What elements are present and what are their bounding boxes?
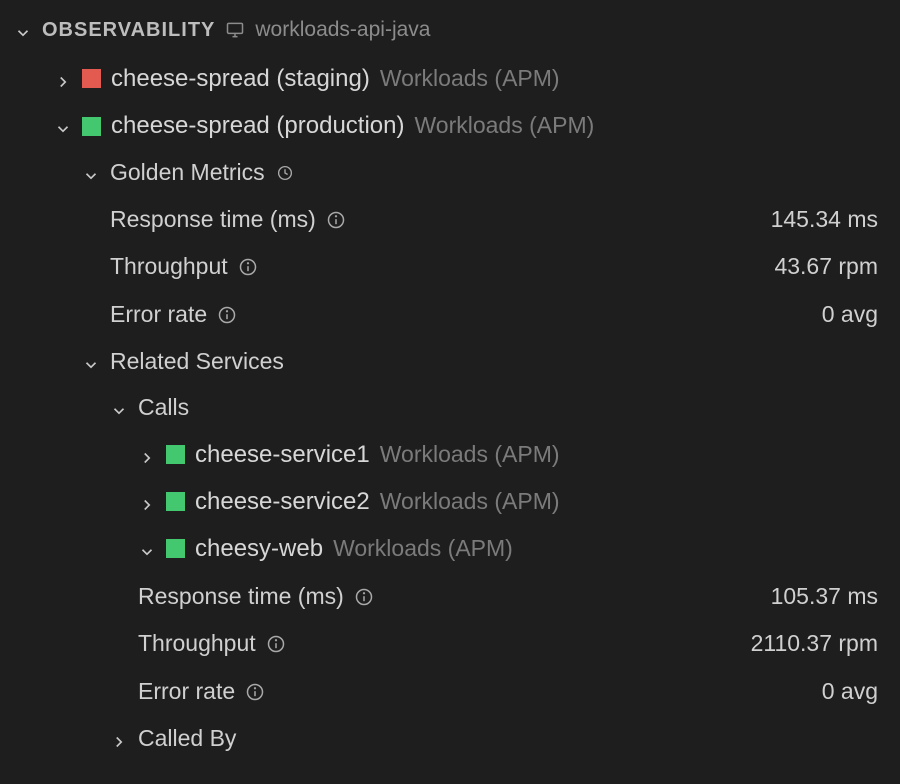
metric-value: 0 avg (822, 300, 878, 330)
info-icon[interactable] (245, 682, 265, 702)
call-item-name: cheese-service1 (195, 439, 370, 470)
call-item-suffix: Workloads (APM) (380, 440, 560, 470)
status-square-green (166, 445, 185, 464)
project-name: workloads-api-java (255, 16, 430, 43)
call-item-cheese-service1[interactable]: cheese-service1 Workloads (APM) (10, 431, 878, 478)
status-square-red (82, 69, 101, 88)
call-item-name: cheesy-web (195, 533, 323, 564)
metric-row-error-rate: Error rate 0 avg (10, 291, 878, 339)
chevron-down-icon (14, 21, 32, 39)
called-by-title: Called By (138, 724, 236, 754)
metric-value: 0 avg (822, 677, 878, 707)
clock-icon (275, 163, 295, 183)
chevron-right-icon (54, 70, 72, 88)
chevron-down-icon (54, 117, 72, 135)
metric-label: Response time (ms) (138, 582, 344, 612)
golden-metrics-header[interactable]: Golden Metrics (10, 150, 878, 196)
entity-name: cheese-spread (production) (111, 110, 405, 141)
metric-row-response-time-cheesy: Response time (ms) 105.37 ms (10, 573, 878, 621)
section-title: OBSERVABILITY (42, 17, 215, 43)
entity-suffix: Workloads (APM) (380, 64, 560, 94)
entity-row-production[interactable]: cheese-spread (production) Workloads (AP… (10, 102, 878, 149)
chevron-right-icon (138, 446, 156, 464)
chevron-right-icon (110, 730, 128, 748)
metric-label: Response time (ms) (110, 205, 316, 235)
calls-header[interactable]: Calls (10, 385, 878, 431)
info-icon[interactable] (217, 305, 237, 325)
section-header[interactable]: OBSERVABILITY workloads-api-java (10, 10, 878, 55)
call-item-cheesy-web[interactable]: cheesy-web Workloads (APM) (10, 525, 878, 572)
chevron-down-icon (110, 399, 128, 417)
chevron-down-icon (82, 164, 100, 182)
entity-row-staging[interactable]: cheese-spread (staging) Workloads (APM) (10, 55, 878, 102)
chevron-down-icon (82, 353, 100, 371)
chevron-right-icon (138, 493, 156, 511)
call-item-cheese-service2[interactable]: cheese-service2 Workloads (APM) (10, 478, 878, 525)
metric-value: 145.34 ms (771, 205, 878, 235)
metric-label: Error rate (110, 300, 207, 330)
metric-value: 105.37 ms (771, 582, 878, 612)
info-icon[interactable] (266, 634, 286, 654)
metric-value: 2110.37 rpm (751, 629, 878, 659)
entity-suffix: Workloads (APM) (415, 111, 595, 141)
call-item-suffix: Workloads (APM) (333, 534, 513, 564)
metric-row-throughput: Throughput 43.67 rpm (10, 243, 878, 291)
chevron-down-icon (138, 540, 156, 558)
status-square-green (82, 117, 101, 136)
monitor-icon (225, 20, 245, 40)
call-item-suffix: Workloads (APM) (380, 487, 560, 517)
metric-label: Throughput (138, 629, 256, 659)
metric-label: Error rate (138, 677, 235, 707)
related-services-title: Related Services (110, 347, 284, 377)
info-icon[interactable] (354, 587, 374, 607)
entity-name: cheese-spread (staging) (111, 63, 370, 94)
metric-row-throughput-cheesy: Throughput 2110.37 rpm (10, 620, 878, 668)
metric-label: Throughput (110, 252, 228, 282)
status-square-green (166, 539, 185, 558)
related-services-header[interactable]: Related Services (10, 339, 878, 385)
info-icon[interactable] (238, 257, 258, 277)
metric-row-error-rate-cheesy: Error rate 0 avg (10, 668, 878, 716)
status-square-green (166, 492, 185, 511)
info-icon[interactable] (326, 210, 346, 230)
metric-value: 43.67 rpm (774, 252, 878, 282)
call-item-name: cheese-service2 (195, 486, 370, 517)
metric-row-response-time: Response time (ms) 145.34 ms (10, 196, 878, 244)
observability-panel: OBSERVABILITY workloads-api-java cheese-… (0, 0, 900, 762)
called-by-header[interactable]: Called By (10, 716, 878, 762)
calls-title: Calls (138, 393, 189, 423)
golden-metrics-title: Golden Metrics (110, 158, 265, 188)
